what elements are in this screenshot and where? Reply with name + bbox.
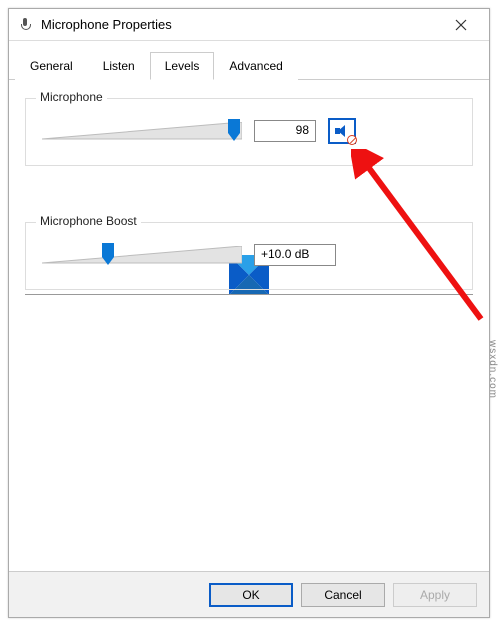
mute-indicator-icon: [347, 135, 357, 145]
microphone-slider[interactable]: [42, 117, 242, 145]
dialog-footer: OK Cancel Apply: [9, 571, 489, 617]
speaker-muted-icon: [335, 124, 349, 138]
microphone-legend: Microphone: [36, 90, 107, 104]
microphone-icon: [17, 17, 33, 33]
cancel-button[interactable]: Cancel: [301, 583, 385, 607]
divider-line: [25, 294, 473, 295]
mute-button[interactable]: [328, 118, 356, 144]
boost-value: +10.0 dB: [254, 244, 336, 266]
tab-listen[interactable]: Listen: [88, 52, 150, 80]
tab-general[interactable]: General: [15, 52, 88, 80]
microphone-level-group: Microphone 98: [25, 98, 473, 166]
slider-track: [42, 122, 242, 140]
tab-strip: General Listen Levels Advanced: [9, 45, 489, 80]
boost-slider-thumb[interactable]: [102, 243, 114, 265]
tab-content-levels: Microphone 98: [9, 80, 489, 290]
window-title: Microphone Properties: [41, 17, 441, 32]
boost-legend: Microphone Boost: [36, 214, 141, 228]
slider-track: [42, 246, 242, 264]
properties-dialog: Microphone Properties General Listen Lev…: [8, 8, 490, 618]
boost-slider[interactable]: [42, 241, 242, 269]
source-watermark: wsxdn.com: [487, 340, 498, 399]
boost-slider-row: +10.0 dB: [42, 241, 456, 269]
microphone-value: 98: [254, 120, 316, 142]
close-button[interactable]: [441, 11, 481, 39]
microphone-slider-row: 98: [42, 117, 456, 145]
tab-levels[interactable]: Levels: [150, 52, 215, 80]
ok-button[interactable]: OK: [209, 583, 293, 607]
close-icon: [455, 19, 467, 31]
tab-advanced[interactable]: Advanced: [214, 52, 297, 80]
apply-button[interactable]: Apply: [393, 583, 477, 607]
microphone-boost-group: Microphone Boost +10.0 dB: [25, 222, 473, 290]
microphone-slider-thumb[interactable]: [228, 119, 240, 141]
titlebar: Microphone Properties: [9, 9, 489, 41]
